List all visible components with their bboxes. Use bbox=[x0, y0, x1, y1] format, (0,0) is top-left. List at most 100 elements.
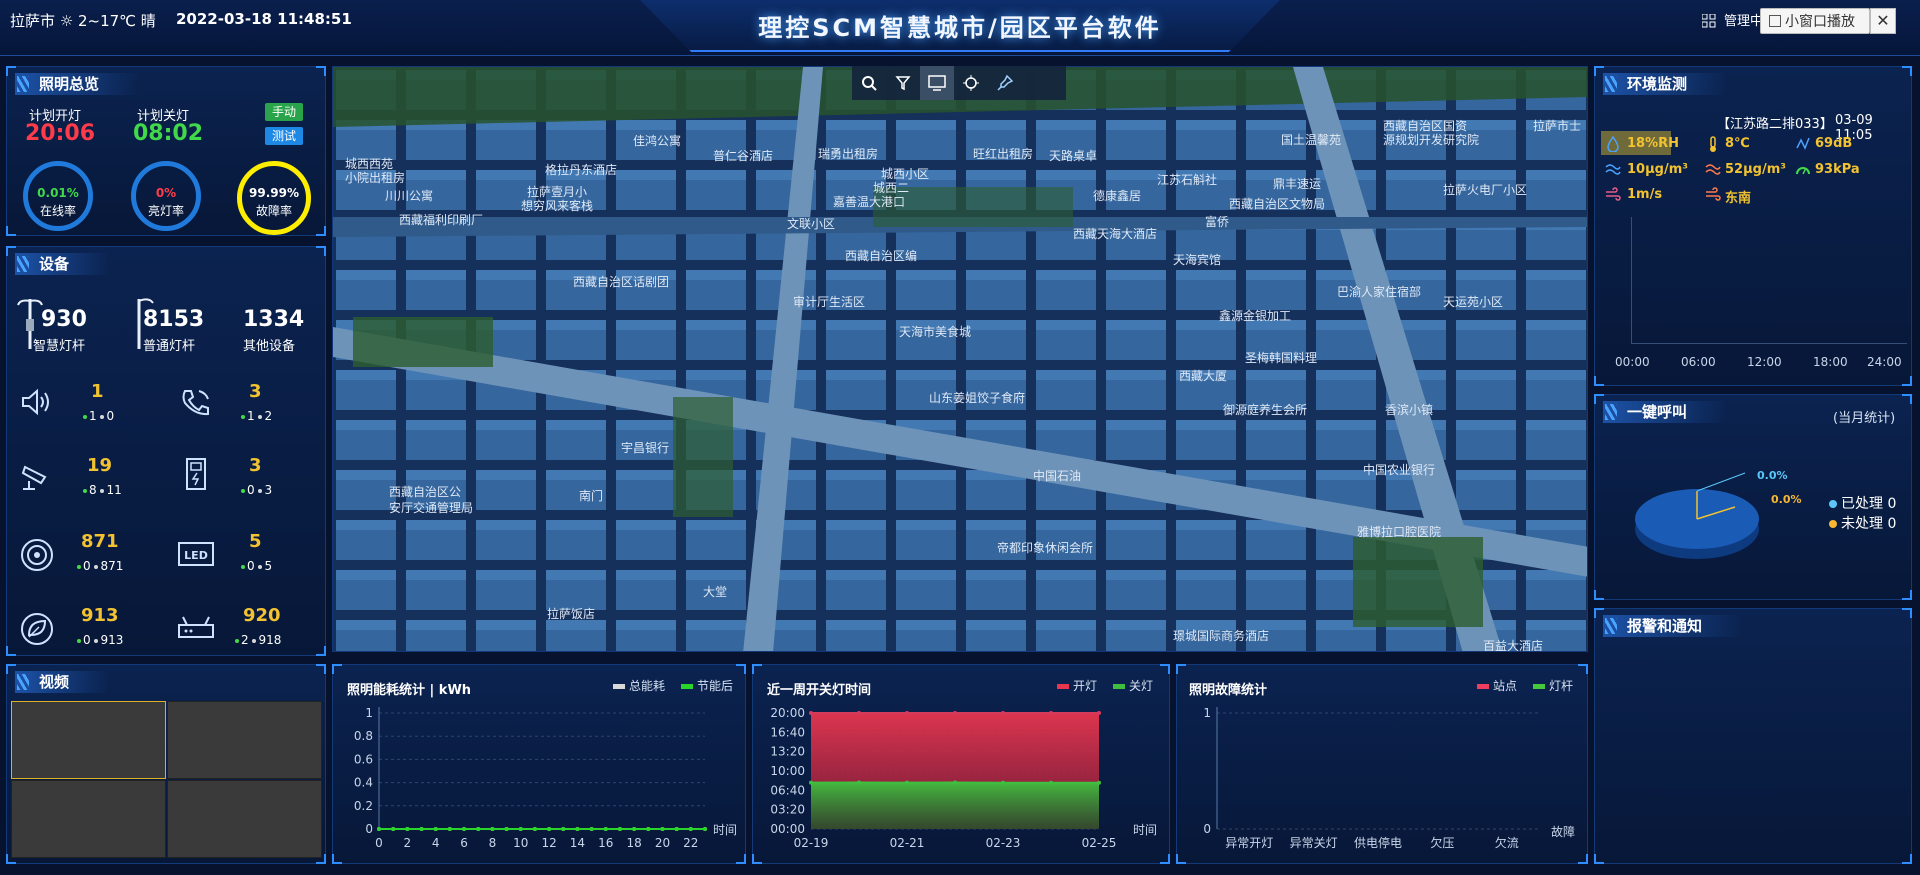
plan-on-time: 20:06 bbox=[25, 121, 96, 146]
wind-speed-icon bbox=[1606, 187, 1621, 201]
mini-close-button[interactable]: ✕ bbox=[1870, 8, 1896, 34]
fault-bar-chart: 0 1 异常开灯 异常关灯 供电停电 欠压 欠流 bbox=[1203, 706, 1539, 850]
plan-off-time: 08:02 bbox=[133, 121, 204, 146]
header-bar: 理控SCM智慧城市/园区平台软件 bbox=[0, 0, 1920, 56]
map-label: 审计厅生活区 bbox=[793, 295, 866, 309]
clock-text: 2022-03-18 11:48:51 bbox=[176, 10, 352, 28]
lit-rate-label: 亮灯率 bbox=[147, 204, 184, 218]
energy-point bbox=[433, 827, 438, 831]
mode-test-button[interactable]: 测试 bbox=[265, 127, 303, 145]
map-label: 城西小区 bbox=[881, 167, 930, 181]
map-label: 安厅交通管理局 bbox=[389, 501, 474, 515]
smart-pole-count: 930 bbox=[41, 307, 87, 332]
map-label: 拉萨市士 bbox=[1533, 119, 1582, 133]
manage-link[interactable]: 管理中 bbox=[1724, 10, 1763, 29]
energy-x-tick: 18 bbox=[626, 836, 641, 850]
locate-icon[interactable] bbox=[954, 66, 988, 100]
svg-text:LED: LED bbox=[184, 549, 208, 562]
onoff-point bbox=[905, 780, 909, 785]
map-toolbar bbox=[852, 66, 1066, 100]
onoff-point bbox=[857, 711, 861, 715]
online-rate-value: 0.01% bbox=[37, 186, 79, 200]
onoff-y-tick: 10:00 bbox=[770, 764, 805, 778]
map-label: 宇昌银行 bbox=[621, 441, 670, 455]
speaker-status: 1 0 bbox=[83, 409, 114, 423]
energy-point bbox=[561, 827, 566, 831]
map-label: 天海宾馆 bbox=[1173, 253, 1222, 267]
mode-manual-button[interactable]: 手动 bbox=[265, 103, 303, 121]
energy-x-label: 时间 bbox=[713, 823, 738, 837]
onoff-y-tick: 00:00 bbox=[770, 822, 805, 836]
fault-y-tick: 1 bbox=[1203, 706, 1211, 720]
grid-icon[interactable] bbox=[1701, 13, 1716, 28]
phone-icon bbox=[182, 390, 209, 416]
map-graphics bbox=[333, 67, 1587, 651]
fault-rate-value: 99.99% bbox=[249, 186, 299, 200]
video-cell-1[interactable] bbox=[11, 701, 166, 779]
mini-window-play-button[interactable]: 小窗口播放 bbox=[1760, 8, 1870, 34]
onoff-y-tick: 13:20 bbox=[770, 745, 805, 759]
energy-point bbox=[703, 827, 707, 831]
map-label: 川川公寓 bbox=[385, 189, 434, 203]
page-title: 理控SCM智慧城市/园区平台软件 bbox=[758, 14, 1162, 42]
onoff-y-tick: 16:40 bbox=[770, 725, 805, 739]
env-location: 【江苏路二排033】 bbox=[1717, 117, 1833, 132]
map-label: 百益大酒店 bbox=[1483, 639, 1544, 652]
smart-pole-label: 智慧灯杆 bbox=[33, 339, 86, 354]
charger-icon bbox=[186, 458, 206, 490]
online-rate-ring: 0.01% 在线率 bbox=[23, 161, 93, 231]
energy-chart-panel: 照明能耗统计 | kWh 总能耗 节能后 0 0.2 0.4 0.6 0.8 1 0 2 4 6 8… bbox=[332, 664, 746, 864]
map-label: 香滨小镇 bbox=[1385, 403, 1434, 417]
energy-x-tick: 14 bbox=[570, 836, 585, 850]
city-map[interactable]: 佳鸿公寓 普仁谷酒店 瑞勇出租房 城西西苑 小院出租房 格拉丹东酒店 川川公寓 … bbox=[332, 66, 1588, 652]
onoff-point bbox=[1001, 711, 1005, 715]
video-cell-4[interactable] bbox=[167, 780, 322, 858]
lit-rate-value: 0% bbox=[155, 186, 177, 200]
devices-title: 设备 bbox=[15, 253, 110, 275]
devices-panel: 设备 930 智慧灯杆 8153 普通灯杆 1334 其他设备 1 1 0 3 … bbox=[6, 246, 326, 656]
map-label: 天运苑小区 bbox=[1443, 295, 1504, 309]
energy-x-tick: 10 bbox=[513, 836, 528, 850]
other-device-count: 1334 bbox=[243, 307, 305, 332]
map-label: 帝都印象休闲会所 bbox=[997, 541, 1094, 555]
map-label: 文联小区 bbox=[787, 217, 836, 231]
env-axis-y bbox=[1631, 217, 1632, 343]
call-panel: 一键呼叫 (当月统计) 0.0% 0.0% 已处理 0 未处理 0 bbox=[1594, 394, 1912, 600]
map-label: 德康鑫居 bbox=[1093, 189, 1142, 203]
energy-point bbox=[575, 827, 580, 831]
onoff-point bbox=[1001, 780, 1005, 785]
map-label: 鼎丰速运 bbox=[1273, 177, 1322, 191]
search-icon[interactable] bbox=[852, 66, 886, 100]
video-cell-2[interactable] bbox=[167, 701, 322, 779]
phone-status: 1 2 bbox=[241, 409, 272, 423]
video-cell-3[interactable] bbox=[11, 780, 166, 858]
onoff-x-tick: 02-23 bbox=[986, 836, 1021, 850]
charger-count: 3 bbox=[249, 455, 262, 476]
online-rate-label: 在线率 bbox=[39, 204, 76, 218]
pm10-value: 10μg/m³ bbox=[1627, 162, 1688, 177]
onoff-point bbox=[857, 780, 861, 785]
energy-y-tick: 0.2 bbox=[354, 799, 373, 813]
map-label: 西藏自治区文物局 bbox=[1229, 197, 1326, 211]
map-label: 拉萨火电厂小区 bbox=[1443, 183, 1528, 197]
screen-icon[interactable] bbox=[920, 66, 954, 100]
camera-count: 19 bbox=[87, 455, 113, 476]
speaker-count: 1 bbox=[91, 381, 104, 402]
filter-icon[interactable] bbox=[886, 66, 920, 100]
onoff-y-tick: 06:40 bbox=[770, 783, 805, 797]
map-label: 圣梅韩国料理 bbox=[1245, 351, 1318, 365]
env-tick: 12:00 bbox=[1747, 355, 1782, 369]
onoff-area bbox=[811, 782, 1099, 829]
energy-x-tick: 16 bbox=[598, 836, 613, 850]
onoff-point bbox=[809, 711, 813, 715]
leaf-icon bbox=[21, 613, 53, 645]
onoff-y-tick: 20:00 bbox=[770, 706, 805, 720]
wind-direction-icon bbox=[1706, 187, 1721, 201]
camera-icon bbox=[21, 465, 47, 490]
camera-status: 8 11 bbox=[83, 483, 122, 497]
energy-point bbox=[462, 827, 467, 831]
map-label: 雅博拉口腔医院 bbox=[1357, 525, 1442, 539]
env-title: 环境监测 bbox=[1603, 73, 1728, 95]
pin-icon[interactable] bbox=[988, 66, 1022, 100]
energy-point bbox=[504, 827, 509, 831]
